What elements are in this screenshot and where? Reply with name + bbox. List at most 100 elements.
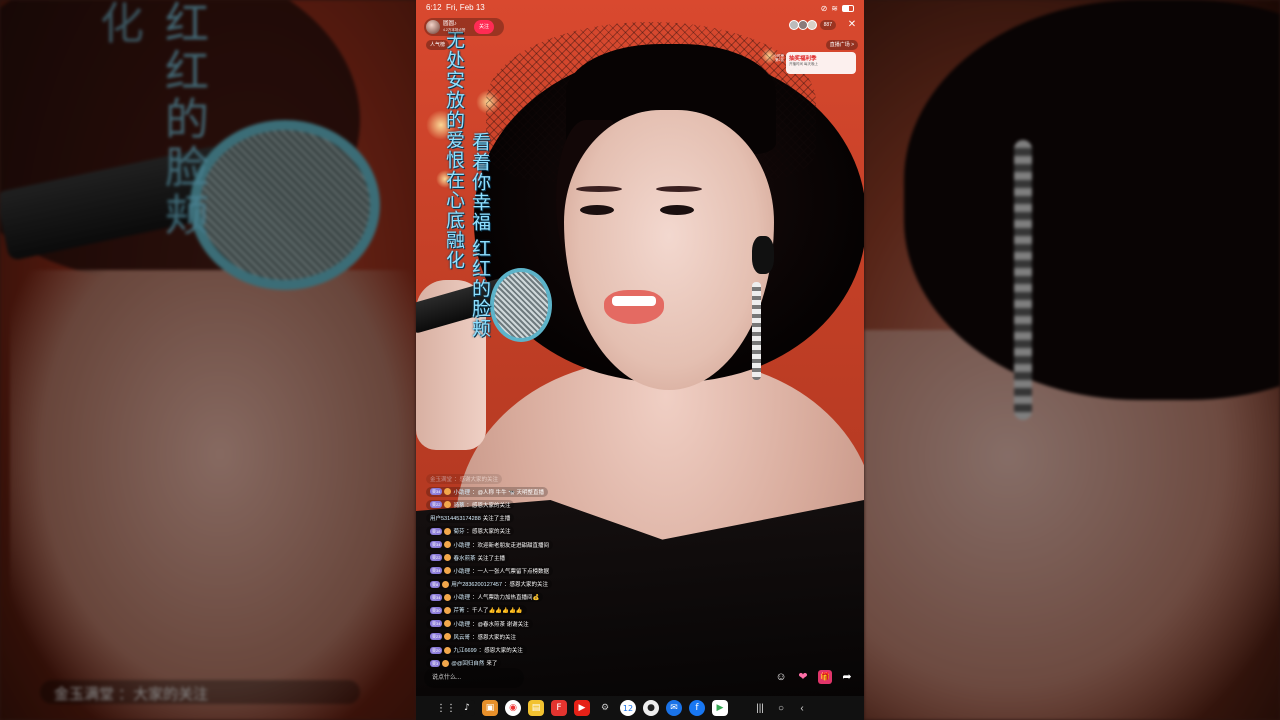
follow-button[interactable]: 关注	[474, 20, 494, 34]
comment-username[interactable]: 用户2836200127457	[451, 580, 502, 588]
comment-row[interactable]: 荣18 菊芬 ：感恩大家的关注	[426, 525, 686, 538]
fan-badge-icon	[444, 620, 452, 628]
camera-icon[interactable]: ●	[643, 700, 659, 716]
fan-badge-icon	[444, 554, 452, 562]
comment-username[interactable]: @@回归自然	[451, 659, 484, 667]
comment-username[interactable]: 小助理	[453, 541, 470, 549]
comment-row[interactable]: 荣22 春水煎茶 关注了主播	[426, 551, 686, 564]
live-stream-screen[interactable]: 无处安放的爱恨在心底融化 看着你幸福 红红的脸颊 6:12 Fri, Feb 1…	[416, 0, 864, 720]
host-name: 圆圆♪	[443, 21, 457, 27]
settings-icon[interactable]: ⚙	[597, 700, 613, 716]
comment-input[interactable]: 说点什么...	[424, 668, 524, 688]
comment-username[interactable]: 小助理	[453, 567, 470, 575]
comment-bubble: 荣34 小助理 ：欢迎新老朋友走进甜甜直播间	[426, 539, 553, 550]
comment-username[interactable]: 春水煎茶	[453, 554, 475, 562]
chrome-icon[interactable]: ◉	[505, 700, 521, 716]
comment-row[interactable]: 荣34 小助理 ：一人一张人气票留下点榜数据	[426, 564, 686, 577]
comment-username[interactable]: 芹菁	[453, 606, 464, 614]
comment-text: ：@春水煎茶 谢谢关注	[471, 621, 529, 628]
user-level-badge: 荣34	[430, 488, 443, 496]
comment-bubble: 荣23 风云哥 ：感恩大家的关注	[426, 631, 520, 642]
files-icon[interactable]: ▤	[528, 700, 544, 716]
lyric-line-1: 无处安放的爱恨在心底融化	[443, 30, 464, 270]
facebook-icon[interactable]: f	[689, 700, 705, 716]
live-plaza-button[interactable]: 直播广场 >	[825, 40, 858, 50]
back-icon[interactable]: ‹	[795, 701, 809, 715]
comment-row[interactable]: 荣34 小助理 ：人气票助力加热直播间💰	[426, 591, 686, 604]
fan-badge-icon	[444, 567, 452, 575]
photos-icon[interactable]: ▣	[482, 700, 498, 716]
comment-bubble: 荣22 骑蒂 ：感恩大家的关注	[426, 499, 515, 510]
messages-icon[interactable]: ✉	[666, 700, 682, 716]
status-date: Fri, Feb 13	[446, 3, 485, 12]
recent-apps-icon[interactable]: |||	[753, 701, 767, 715]
comment-username[interactable]: 小助理	[453, 620, 470, 628]
blurred-background-right	[864, 0, 1280, 720]
app-drawer-icon[interactable]: ⋮⋮	[436, 700, 456, 716]
comment-username[interactable]: 金玉满堂	[430, 475, 452, 483]
fan-badge-icon	[444, 501, 452, 509]
comment-row[interactable]: 荣22 骑蒂 ：感恩大家的关注	[426, 498, 686, 511]
promo-banner[interactable]: 抽奖福利季 开播时间 每天晚上	[786, 52, 856, 74]
comment-bubble: 荣18 菊芬 ：感恩大家的关注	[426, 526, 515, 537]
comment-text: ：一人一张人气票留下点榜数据	[471, 568, 549, 575]
host-likes: 4.2万本场点赞	[443, 27, 466, 32]
close-icon[interactable]: ✕	[846, 19, 858, 31]
comment-feed[interactable]: 金玉满堂 ：感谢大家的关注 荣34 小助理 ：@人称 牛牛 🐄 天明整直播 荣22 骑蒂 ：感…	[426, 472, 686, 670]
viewer-list[interactable]: 887	[788, 20, 836, 30]
silent-icon: ⊘	[820, 3, 828, 13]
singer-earring	[752, 282, 761, 380]
singer-brow-right	[656, 186, 702, 192]
comment-row[interactable]: 荣23 风云哥 ：感恩大家的关注	[426, 630, 686, 643]
hourly-rank-value: 第2名	[775, 58, 784, 63]
comment-username[interactable]: 小助理	[453, 488, 470, 496]
comment-row[interactable]: 用户5314453174288 关注了主播	[426, 512, 686, 525]
comment-bubble: 荣34 小助理 ：人气票助力加热直播间💰	[426, 592, 544, 603]
host-avatar[interactable]	[426, 20, 440, 34]
play-store-icon[interactable]: ▶	[712, 700, 728, 716]
viewer-count[interactable]: 887	[819, 20, 836, 30]
comment-username[interactable]: 骑蒂	[453, 501, 464, 509]
home-icon[interactable]: ○	[774, 701, 788, 715]
flipboard-icon[interactable]: F	[551, 700, 567, 716]
user-level-badge: 荣22	[430, 501, 443, 509]
comment-bubble: 荣3 @@回归自然 来了	[426, 658, 502, 669]
comment-text: ：@人称 牛牛 🐄 天明整直播	[471, 489, 544, 496]
comment-bubble: 金玉满堂 ：感谢大家的关注	[426, 473, 503, 484]
comment-text: ：感谢大家的关注	[454, 476, 499, 483]
comment-username[interactable]: 小助理	[453, 593, 470, 601]
action-bar: ☺ ❤ 🎁 ➦	[774, 670, 854, 684]
fan-badge-icon	[444, 488, 452, 496]
comment-username[interactable]: 用户5314453174288	[430, 514, 481, 522]
comment-username[interactable]: 菊芬	[453, 527, 464, 535]
viewer-avatar[interactable]	[806, 20, 817, 30]
comment-row[interactable]: 荣20 九江6699 ：感恩大家的关注	[426, 643, 686, 656]
fan-badge-icon	[442, 659, 450, 667]
emoji-icon[interactable]: ☺	[774, 670, 788, 684]
comment-bubble: 用户5314453174288 关注了主播	[426, 513, 515, 524]
popularity-rank-badge[interactable]: 人气榜	[426, 40, 450, 50]
comment-username[interactable]: 九江6699	[453, 646, 476, 654]
hourly-rank-tag[interactable]: 小时榜 第2名	[774, 54, 785, 62]
heart-icon[interactable]: ❤	[796, 670, 810, 684]
comment-row[interactable]: 荣30 芹菁 ：千人了👍👍👍👍👍	[426, 604, 686, 617]
gift-icon[interactable]: 🎁	[818, 670, 832, 684]
comment-username[interactable]: 风云哥	[453, 633, 470, 641]
fan-badge-icon	[444, 633, 452, 641]
comment-bubble: 荣34 小助理 ：一人一张人气票留下点榜数据	[426, 565, 553, 576]
share-icon[interactable]: ➦	[840, 670, 854, 684]
youtube-icon[interactable]: ▶	[574, 700, 590, 716]
comment-row[interactable]: 荣34 小助理 ：@人称 牛牛 🐄 天明整直播	[426, 485, 686, 498]
background-comment: 金玉满堂 ：大家的关注	[40, 680, 360, 704]
comment-row[interactable]: 荣34 小助理 ：@春水煎茶 谢谢关注	[426, 617, 686, 630]
comment-text: ：千人了👍👍👍👍👍	[466, 608, 523, 615]
comment-row[interactable]: 荣34 小助理 ：欢迎新老朋友走进甜甜直播间	[426, 538, 686, 551]
comment-row[interactable]: 荣8 用户2836200127457 ：感恩大家的关注	[426, 578, 686, 591]
fan-badge-icon	[444, 593, 452, 601]
comment-row[interactable]: 金玉满堂 ：感谢大家的关注	[426, 472, 686, 485]
tiktok-icon[interactable]: ♪	[459, 700, 475, 716]
comment-bubble: 荣34 小助理 ：@春水煎茶 谢谢关注	[426, 618, 533, 629]
comment-bubble: 荣34 小助理 ：@人称 牛牛 🐄 天明整直播	[426, 486, 548, 497]
calendar-icon[interactable]: 12	[620, 700, 636, 716]
fan-badge-icon	[444, 646, 452, 654]
